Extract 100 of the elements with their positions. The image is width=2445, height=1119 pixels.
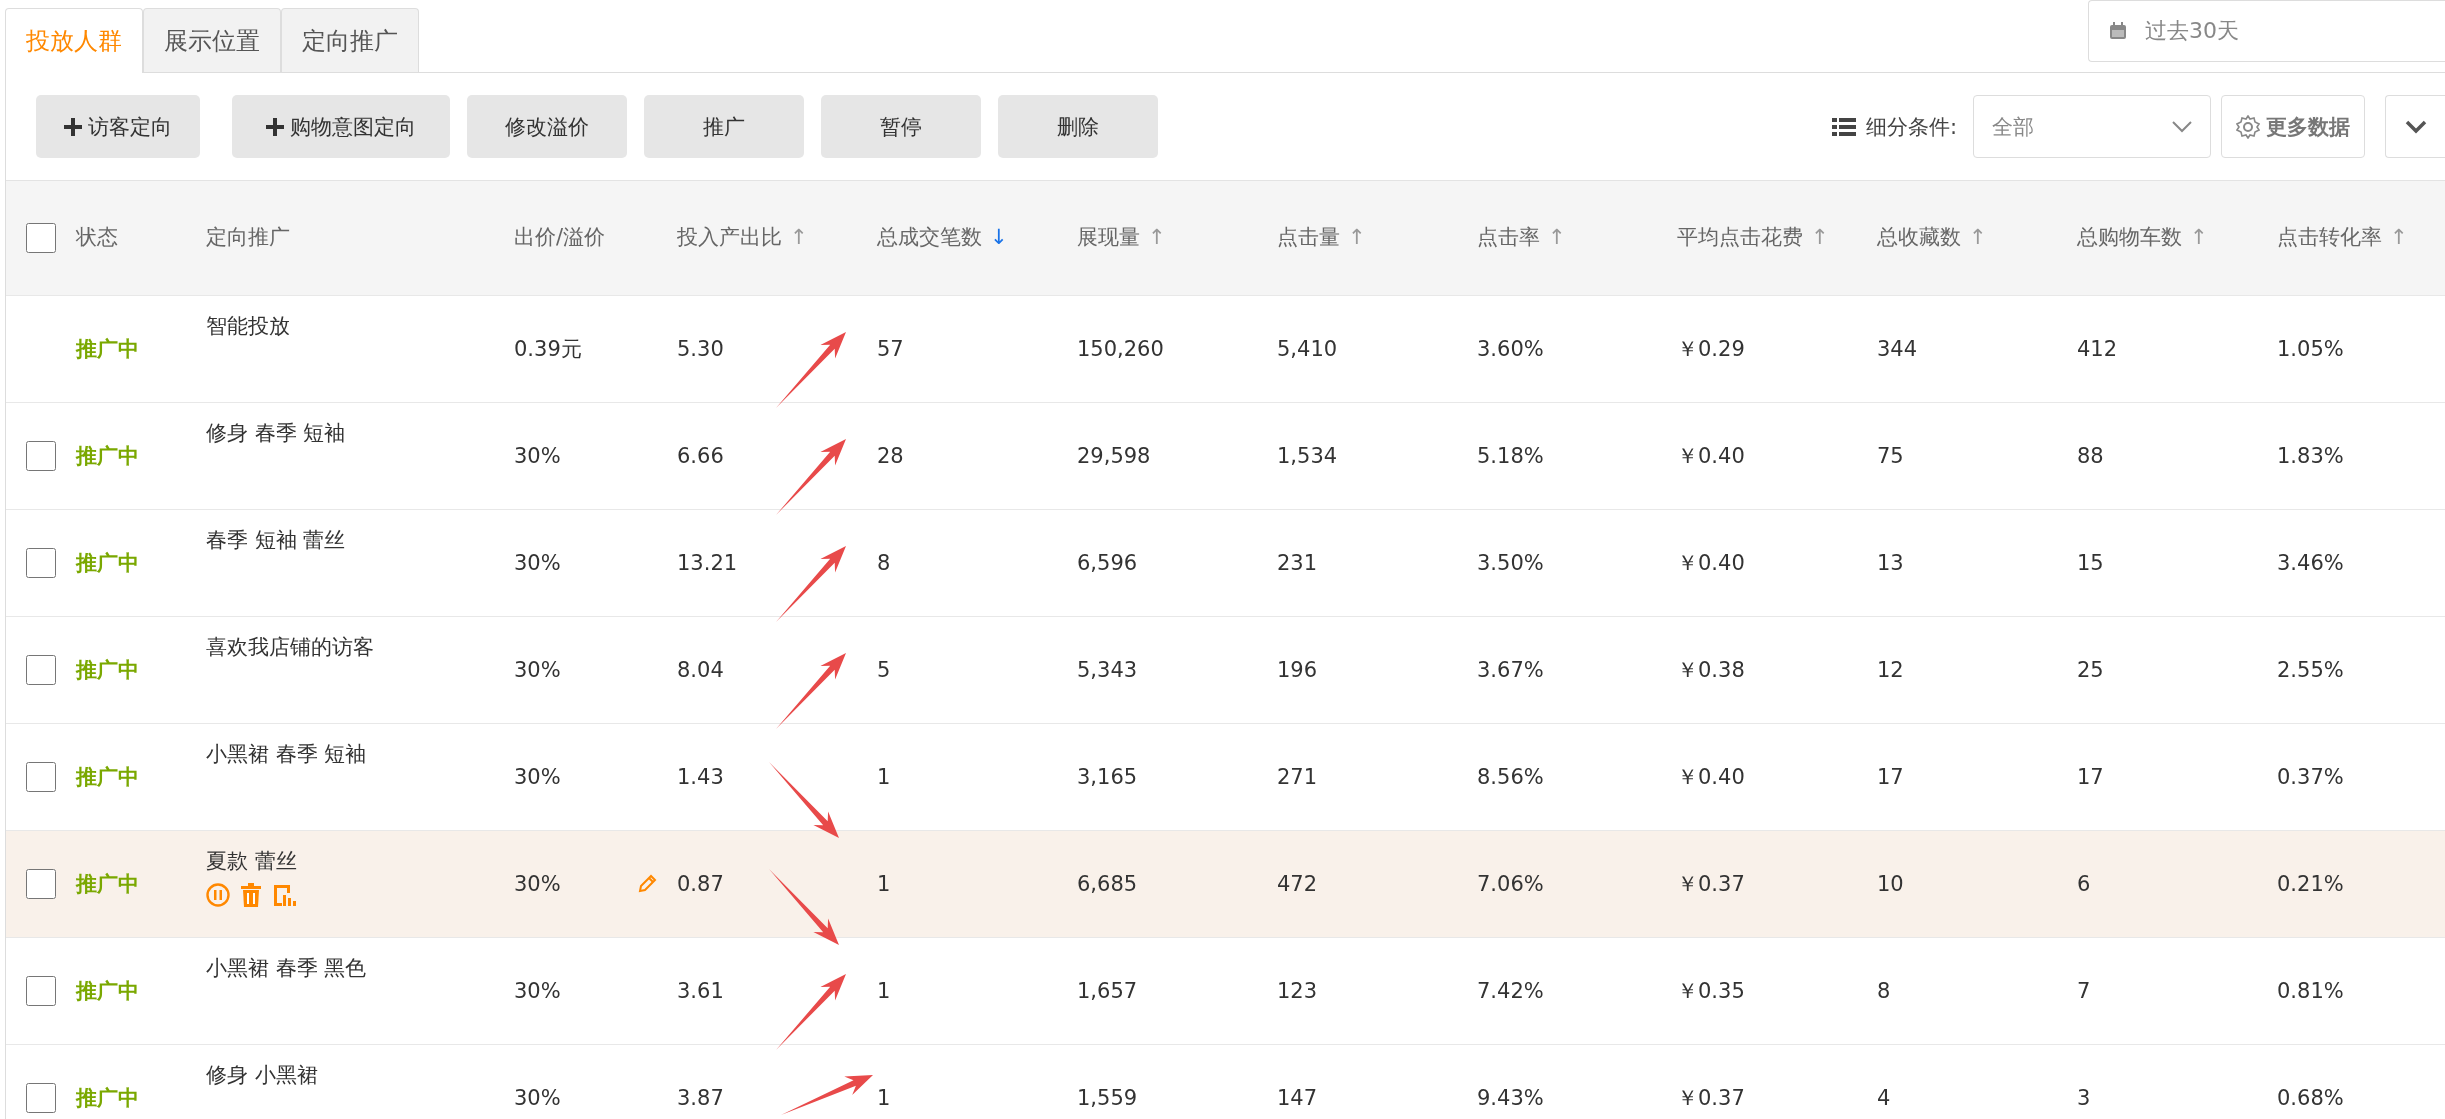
toolbar-button[interactable]: 暂停 — [821, 95, 981, 158]
row-checkbox[interactable] — [26, 762, 56, 792]
select-all-checkbox[interactable] — [26, 223, 56, 253]
column-header: 状态 — [76, 224, 118, 252]
calendar-icon — [2109, 22, 2127, 40]
plus-icon — [266, 117, 284, 136]
status-text: 推广中 — [76, 444, 139, 468]
table-cell: 30% — [514, 979, 561, 1003]
table-cell: 3.61 — [677, 979, 724, 1003]
column-header[interactable]: 点击量 — [1277, 218, 1340, 258]
table-cell: 1,534 — [1277, 444, 1338, 468]
table-cell: 29,598 — [1077, 444, 1151, 468]
targeting-name: 智能投放 — [206, 313, 291, 340]
tab[interactable]: 定向推广 — [281, 8, 419, 72]
table-cell: 30% — [514, 872, 561, 896]
table-cell: 6.66 — [677, 444, 724, 468]
table-cell: ￥0.40 — [1677, 765, 1745, 789]
column-header[interactable]: 总收藏数 — [1877, 218, 1961, 258]
table-cell: 13 — [1877, 551, 1904, 575]
table-cell: 30% — [514, 444, 561, 468]
status-text: 推广中 — [76, 872, 139, 896]
column-header[interactable]: 点击转化率 — [2277, 218, 2382, 258]
table-cell: 4 — [1877, 1086, 1891, 1110]
column-header[interactable]: 平均点击花费 — [1677, 218, 1803, 258]
targeting-name: 喜欢我店铺的访客 — [206, 634, 375, 661]
column-header[interactable]: 总成交笔数 — [877, 218, 982, 258]
chevron-down-icon — [2172, 120, 2192, 133]
column-header[interactable]: 展现量 — [1077, 218, 1140, 258]
table-cell: 13.21 — [677, 551, 738, 575]
filter-dropdown[interactable]: 全部 — [1973, 95, 2211, 158]
column-header[interactable]: 投入产出比 — [677, 218, 782, 258]
row-checkbox[interactable] — [26, 1083, 56, 1113]
table-cell: 1.83% — [2277, 444, 2344, 468]
targeting-name: 小黑裙 春季 短袖 — [206, 741, 368, 768]
table-cell: 231 — [1277, 551, 1318, 575]
table-cell: 0.68% — [2277, 1086, 2344, 1110]
table-cell: ￥0.38 — [1677, 658, 1745, 682]
table-cell: 88 — [2077, 444, 2104, 468]
date-range-picker[interactable]: 过去30天 — [2088, 0, 2445, 62]
toolbar-button[interactable]: 访客定向 — [36, 95, 200, 158]
table-cell: 5,343 — [1077, 658, 1138, 682]
toolbar-button[interactable]: 推广 — [644, 95, 804, 158]
table-cell: 17 — [1877, 765, 1904, 789]
table-cell: ￥0.37 — [1677, 1086, 1745, 1110]
status-text: 推广中 — [76, 337, 139, 361]
sort-arrow[interactable]: ↓ — [990, 218, 1008, 258]
row-checkbox[interactable] — [26, 548, 56, 578]
table-cell: 0.81% — [2277, 979, 2344, 1003]
table-cell: 15 — [2077, 551, 2104, 575]
trash-icon[interactable] — [240, 883, 262, 907]
table-cell: 8.56% — [1477, 765, 1544, 789]
table-cell: 150,260 — [1077, 337, 1164, 361]
more-data-button[interactable]: 更多数据 — [2221, 95, 2365, 158]
table-cell: 5.18% — [1477, 444, 1544, 468]
tab[interactable]: 展示位置 — [143, 8, 281, 72]
column-header[interactable]: 点击率 — [1477, 218, 1540, 258]
column-header[interactable]: 总购物车数 — [2077, 218, 2182, 258]
table-cell: 196 — [1277, 658, 1318, 682]
table-cell: 147 — [1277, 1086, 1318, 1110]
row-checkbox[interactable] — [26, 869, 56, 899]
table-cell: 30% — [514, 765, 561, 789]
table-cell: 1.05% — [2277, 337, 2344, 361]
table-cell: 6 — [2077, 872, 2091, 896]
table-cell: 7 — [2077, 979, 2091, 1003]
toolbar-button[interactable]: 购物意图定向 — [232, 95, 450, 158]
toolbar-button[interactable]: 修改溢价 — [467, 95, 627, 158]
filter-label: 细分条件: — [1865, 113, 1957, 141]
table-cell: 0.37% — [2277, 765, 2344, 789]
table-cell: 1,657 — [1077, 979, 1138, 1003]
table-cell: 344 — [1877, 337, 1918, 361]
row-checkbox[interactable] — [26, 441, 56, 471]
expand-button[interactable] — [2385, 95, 2445, 158]
table-cell: 3.67% — [1477, 658, 1544, 682]
table-cell: 57 — [877, 337, 904, 361]
table-cell: 3.46% — [2277, 551, 2344, 575]
targeting-name: 修身 小黑裙 — [206, 1062, 319, 1089]
row-checkbox[interactable] — [26, 655, 56, 685]
toolbar-button[interactable]: 删除 — [998, 95, 1158, 158]
table-cell: 8.04 — [677, 658, 724, 682]
row-checkbox[interactable] — [26, 976, 56, 1006]
table-cell: 25 — [2077, 658, 2104, 682]
table-cell: 271 — [1277, 765, 1318, 789]
table-cell: 5.30 — [677, 337, 724, 361]
table-cell: 12 — [1877, 658, 1904, 682]
table-cell: 30% — [514, 658, 561, 682]
table-cell: 5,410 — [1277, 337, 1338, 361]
status-text: 推广中 — [76, 658, 139, 682]
targeting-name: 小黑裙 春季 黑色 — [206, 955, 368, 982]
table-cell: ￥0.37 — [1677, 872, 1745, 896]
table-cell: 1.43 — [677, 765, 724, 789]
plus-icon — [64, 117, 82, 136]
settings-icon — [2236, 114, 2260, 139]
table-cell: 1 — [877, 765, 891, 789]
table-cell: 8 — [1877, 979, 1891, 1003]
table-cell: 123 — [1277, 979, 1318, 1003]
column-header: 定向推广 — [206, 224, 290, 252]
table-cell: 1 — [877, 979, 891, 1003]
table-cell: 8 — [877, 551, 891, 575]
table-cell: 3.87 — [677, 1086, 724, 1110]
status-text: 推广中 — [76, 1086, 139, 1110]
